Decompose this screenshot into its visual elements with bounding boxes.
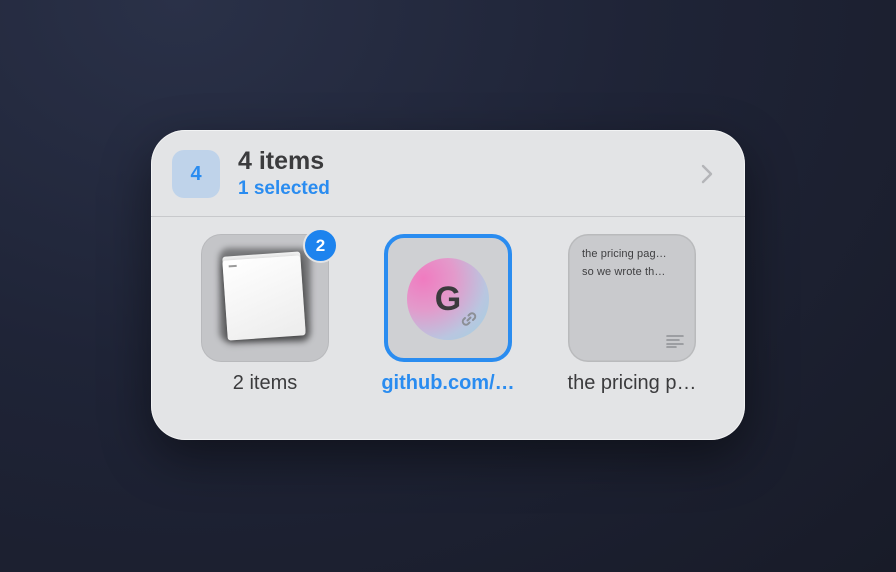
document-text-line (228, 264, 237, 267)
shelf-header[interactable]: 4 4 items 1 selected (151, 130, 745, 217)
text-lines-icon (666, 335, 684, 348)
link-item-tile[interactable]: G (384, 234, 512, 362)
item-count-badge: 4 (172, 150, 220, 198)
stack-item-caption: 2 items (232, 372, 298, 394)
note-preview-line: the pricing pag… (582, 248, 667, 260)
document-icon (222, 255, 306, 341)
link-item-caption: github.com/… (381, 372, 515, 394)
favicon-letter: G (434, 279, 462, 318)
note-preview-line: so we wrote th… (582, 266, 666, 278)
chevron-right-icon[interactable] (697, 162, 717, 186)
shelf-panel: 4 4 items 1 selected 2 2 items G github.… (151, 130, 745, 440)
stack-count-badge: 2 (303, 228, 338, 263)
link-icon (461, 312, 477, 326)
shelf-title: 4 items (238, 147, 325, 175)
selection-count: 1 selected (238, 178, 330, 199)
note-item-caption: the pricing p… (567, 372, 697, 394)
note-item-tile[interactable]: the pricing pag… so we wrote th… (568, 234, 696, 362)
